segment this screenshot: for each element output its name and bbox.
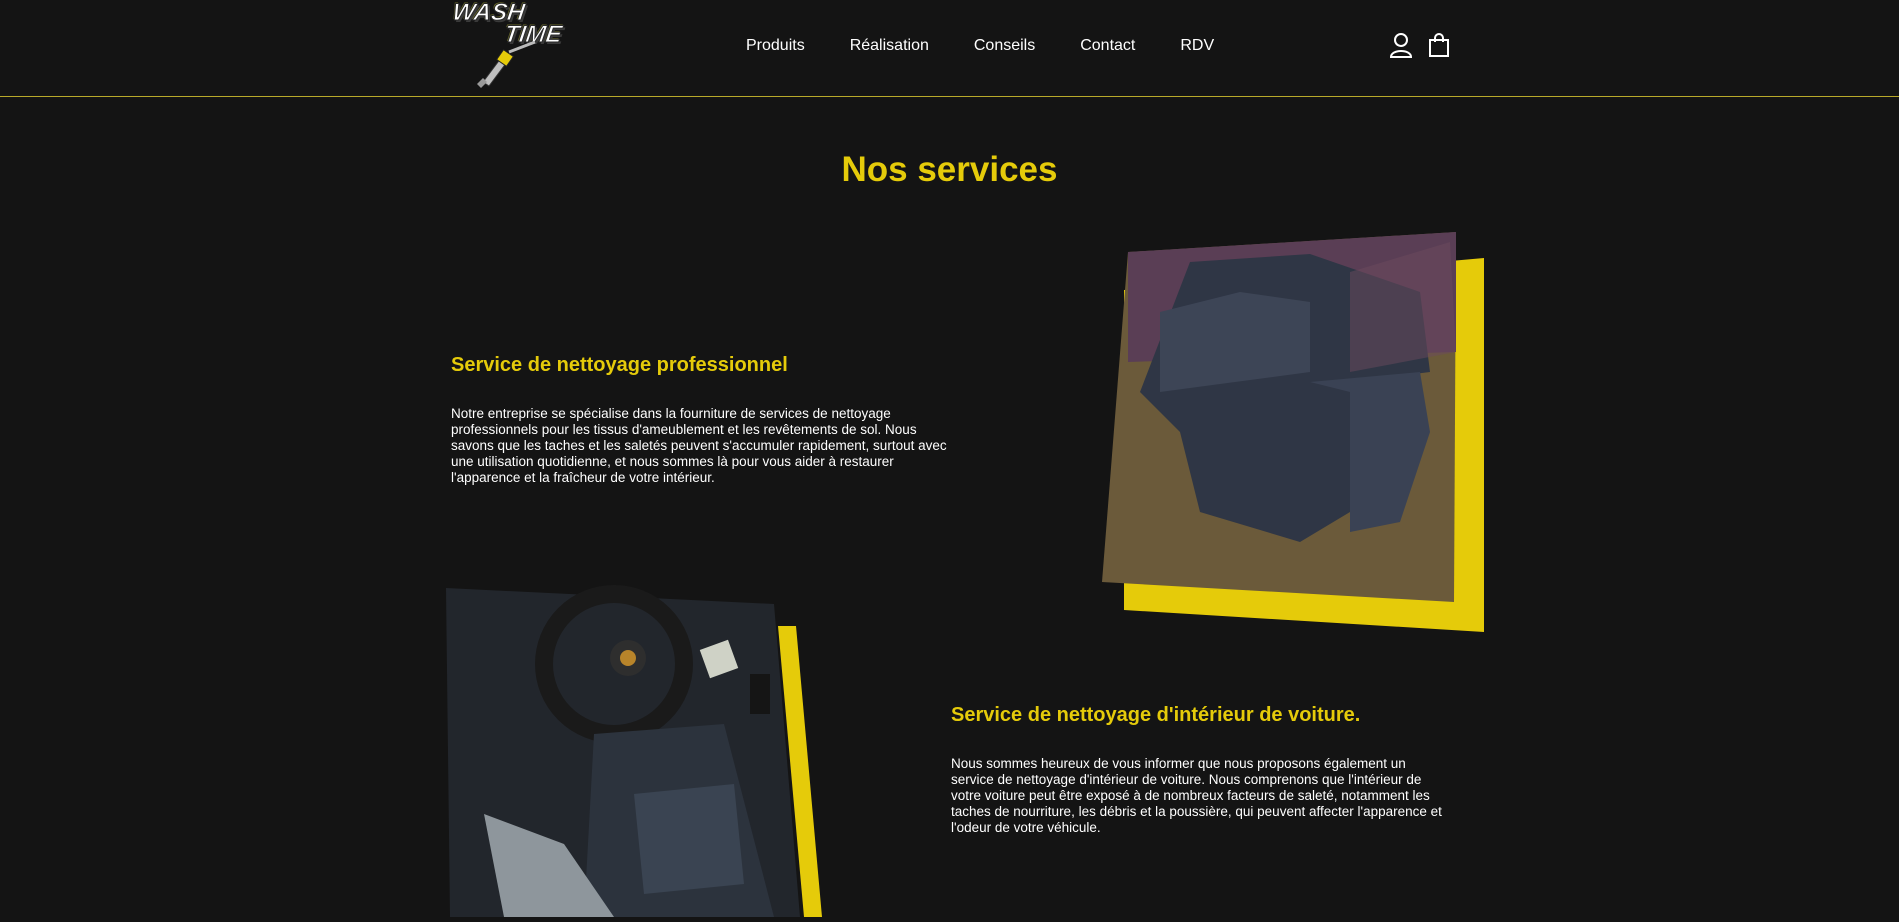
section-text-car-interior: Nous sommes heureux de vous informer que…	[951, 756, 1442, 835]
shopping-bag-icon[interactable]	[1427, 32, 1451, 58]
site-header: WASH TIME Produits Réalisation Conseils …	[0, 0, 1899, 97]
section-title-car-interior: Service de nettoyage d'intérieur de voit…	[951, 704, 1361, 726]
nav-contact[interactable]: Contact	[1080, 34, 1135, 58]
car-interior-photo	[444, 584, 834, 917]
main-nav: Produits Réalisation Conseils Contact RD…	[746, 34, 1259, 58]
wash-time-logo[interactable]: WASH TIME	[450, 0, 571, 88]
nav-produits[interactable]: Produits	[746, 34, 805, 58]
header-icons	[1389, 32, 1451, 58]
nav-realisation[interactable]: Réalisation	[850, 34, 929, 58]
sofa-photo	[1100, 232, 1490, 637]
pressure-washer-icon	[477, 40, 536, 88]
nav-conseils[interactable]: Conseils	[974, 34, 1035, 58]
section-text-upholstery: Notre entreprise se spécialise dans la f…	[451, 406, 947, 485]
nav-rdv[interactable]: RDV	[1180, 34, 1214, 58]
section-title-upholstery: Service de nettoyage professionnel	[451, 354, 788, 376]
user-icon[interactable]	[1389, 32, 1413, 58]
page-title: Nos services	[841, 150, 1058, 189]
